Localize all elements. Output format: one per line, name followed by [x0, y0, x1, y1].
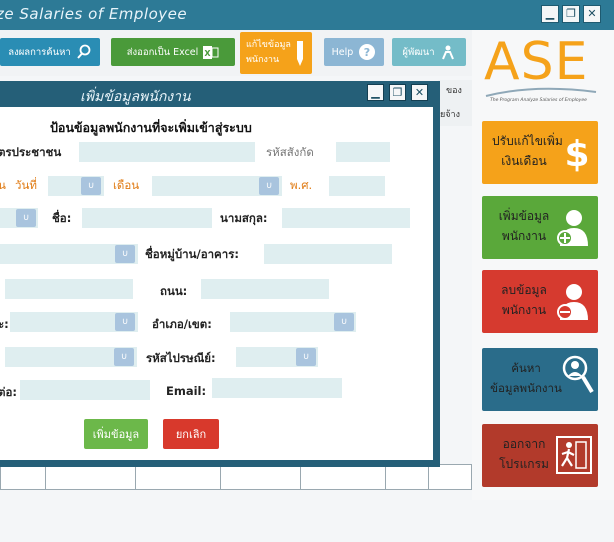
developer-label: ผู้พัฒนา	[402, 46, 435, 58]
postcode-label: รหัสไปรษณีย์:	[146, 351, 216, 365]
sidebar-item-add-employee[interactable]: เพิ่มข้อมูลพนักงาน	[482, 196, 598, 259]
house-no-dropdown-button[interactable]: ∪	[115, 245, 135, 263]
edit-employee-label-1: แก้ไขข้อมูล	[246, 40, 291, 50]
grid-divider	[45, 464, 46, 490]
sidebar-item-label: โปรแกรม	[499, 457, 549, 471]
grid-divider	[428, 464, 429, 490]
grid-divider	[135, 464, 136, 490]
remove-user-icon	[557, 284, 588, 320]
sidebar-item-label: ค้นหา	[511, 361, 541, 375]
help-label: Help	[331, 46, 354, 58]
village-label: ชื่อหมู่บ้าน/อาคาร:	[145, 247, 239, 261]
birthdate-label-partial: น	[0, 178, 6, 192]
dept-code-input[interactable]	[336, 142, 390, 162]
dialog-title: เพิ่มข้อมูลพนักงาน	[80, 89, 191, 105]
svg-text:X: X	[205, 49, 212, 58]
soi-input[interactable]	[5, 279, 133, 299]
sidebar-item-adjust-salary[interactable]: ปรับแก้ไขเพิ่มเงินเดือน $	[482, 121, 598, 184]
title-prefix-dropdown-button[interactable]: ∪	[16, 209, 36, 227]
ase-logo-text: ASE	[484, 32, 589, 92]
subdistrict-label-partial: ะ:	[0, 317, 9, 331]
search-results-button[interactable]: ลงผลการค้นหา	[0, 38, 100, 66]
last-name-input[interactable]	[282, 208, 410, 228]
grid-divider	[300, 464, 301, 490]
add-data-button[interactable]: เพิ่มข้อมูล	[84, 419, 148, 449]
sidebar-item-label: เงินเดือน	[501, 154, 547, 168]
subdistrict-dropdown-button[interactable]: ∪	[115, 313, 135, 331]
dollar-icon: $	[564, 134, 589, 173]
year-label: พ.ศ.	[290, 178, 313, 192]
dialog-minimize-button[interactable]: ▁	[367, 84, 384, 101]
pencil-icon	[297, 41, 303, 66]
first-name-input[interactable]	[82, 208, 212, 228]
sidebar-item-label: ข้อมูลพนักงาน	[490, 381, 562, 395]
svg-text:$: $	[564, 134, 589, 173]
month-dropdown-button[interactable]: ∪	[259, 177, 279, 195]
district-dropdown-button[interactable]: ∪	[334, 313, 354, 331]
province-dropdown-button[interactable]: ∪	[114, 348, 134, 366]
export-excel-button[interactable]: ส่งออกเป็น Excel X	[111, 38, 235, 66]
svg-text:?: ?	[364, 46, 370, 59]
edit-employee-button[interactable]: แก้ไขข้อมูล พนักงาน	[240, 32, 312, 74]
village-input[interactable]	[264, 244, 392, 264]
first-name-label: ชื่อ:	[52, 211, 72, 225]
day-dropdown-button[interactable]: ∪	[81, 177, 101, 195]
export-excel-label: ส่งออกเป็น Excel	[126, 46, 199, 58]
exit-icon	[556, 436, 592, 474]
road-input[interactable]	[201, 279, 329, 299]
help-icon: ?	[359, 44, 376, 60]
dept-code-label: รหัสสังกัด	[266, 145, 314, 159]
search-user-icon	[562, 355, 594, 394]
day-label: วันที่	[15, 178, 37, 192]
road-label: ถนน:	[160, 284, 188, 298]
cancel-button[interactable]: ยกเลิก	[163, 419, 219, 449]
grid-divider	[220, 464, 221, 490]
year-input[interactable]	[329, 176, 385, 196]
developer-icon	[441, 45, 454, 60]
table-header-text-1: ของ	[446, 86, 462, 96]
data-grid[interactable]	[0, 464, 472, 490]
sidebar-item-label: พนักงาน	[501, 229, 547, 243]
search-icon	[76, 44, 91, 59]
help-button[interactable]: Help ?	[324, 38, 384, 66]
table-header-text-2: ยจ้าง	[440, 110, 460, 120]
phone-input[interactable]	[20, 380, 150, 400]
developer-button[interactable]: ผู้พัฒนา	[392, 38, 466, 66]
sidebar-item-label: ออกจาก	[502, 437, 546, 451]
ase-logo: ASE The Program Analyze Salaries of Empl…	[484, 32, 600, 110]
id-card-input[interactable]	[79, 142, 255, 162]
edit-employee-label-2: พนักงาน	[246, 55, 280, 65]
table-header-partial: ของ ยจ้าง	[438, 80, 472, 126]
sidebar-item-label: พนักงาน	[501, 303, 547, 317]
sidebar-item-label: เพิ่มข้อมูล	[498, 209, 550, 223]
postcode-dropdown-button[interactable]: ∪	[296, 348, 316, 366]
dialog-close-button[interactable]: ✕	[411, 84, 428, 101]
sidebar-item-delete-employee[interactable]: ลบข้อมูลพนักงาน	[482, 270, 598, 333]
app-title: ze Salaries of Employee	[0, 5, 188, 23]
ase-logo-tagline: The Program Analyze Salaries of Employee	[490, 98, 587, 103]
dialog-restore-button[interactable]: ❐	[389, 84, 406, 101]
grid-divider	[385, 464, 386, 490]
form-heading: ป้อนข้อมูลพนักงานที่จะเพิ่มเข้าสู่ระบบ	[50, 120, 252, 135]
close-button[interactable]: ✕	[583, 5, 601, 23]
sidebar-item-exit[interactable]: ออกจากโปรแกรม	[482, 424, 598, 487]
district-label: อำเภอ/เขต:	[152, 317, 212, 331]
email-label: Email:	[166, 384, 207, 398]
sidebar-item-search-employee[interactable]: ค้นหาข้อมูลพนักงาน	[482, 348, 598, 411]
search-results-label: ลงผลการค้นหา	[8, 46, 71, 58]
id-card-label: ตรประชาชน	[0, 145, 62, 159]
sidebar-item-label: ลบข้อมูล	[501, 283, 547, 297]
minimize-button[interactable]: ▁	[541, 5, 559, 23]
email-field[interactable]	[212, 378, 342, 398]
restore-button[interactable]: ❐	[562, 5, 580, 23]
last-name-label: นามสกุล:	[220, 211, 268, 225]
contact-label-partial: ต่อ:	[0, 385, 17, 399]
sidebar-item-label: ปรับแก้ไขเพิ่ม	[492, 134, 563, 148]
excel-icon: X	[203, 45, 219, 59]
add-user-icon	[557, 210, 588, 246]
month-label: เดือน	[113, 178, 140, 192]
